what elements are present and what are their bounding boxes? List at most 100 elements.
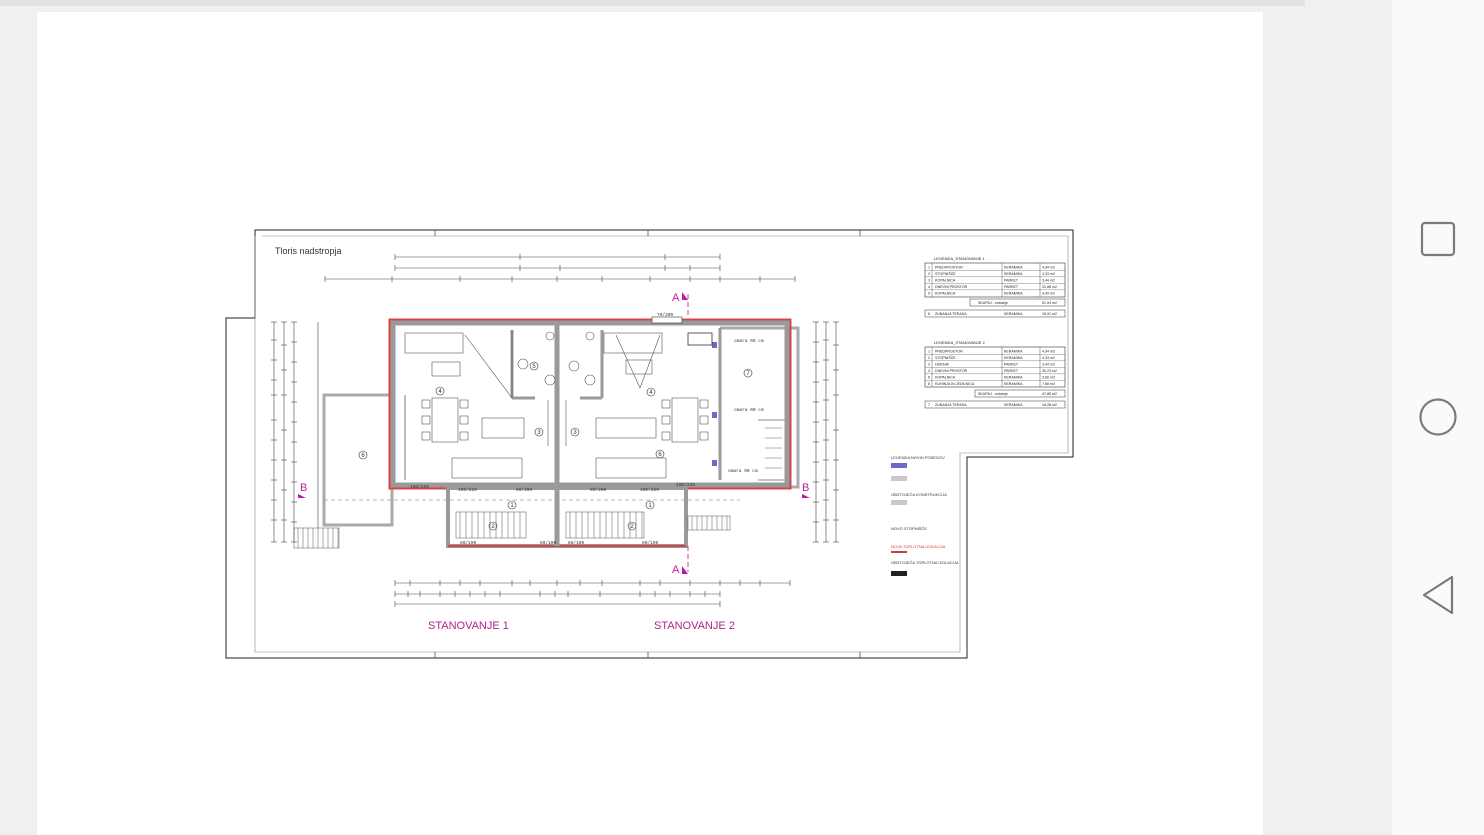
- svg-text:4,49 m2: 4,49 m2: [1042, 292, 1055, 296]
- sheet-title: Tloris nadstropja: [275, 246, 342, 256]
- home-button[interactable]: [1413, 392, 1463, 442]
- svg-text:3,44 m2: 3,44 m2: [1042, 279, 1055, 283]
- legend-row: 6 KUHINJA IN JEDILNICA KERAMIKA 7,68 m2: [928, 382, 1055, 386]
- legend-row: 4 DNEVNI PROSTOR PARKET 30,23 m2: [928, 369, 1057, 373]
- bottom-dimensions: [394, 580, 791, 607]
- svg-text:ZUNANJA TERASA: ZUNANJA TERASA: [935, 403, 967, 407]
- svg-text:6: 6: [361, 453, 365, 459]
- svg-text:STOPNIŠČE: STOPNIŠČE: [935, 271, 956, 276]
- svg-text:100/220: 100/220: [640, 487, 659, 493]
- legend-walls: LEGENDA NOVIH POSEGOV OBSTOJEČA KONSTRUK…: [891, 455, 959, 576]
- svg-text:PREDPROSTOR: PREDPROSTOR: [935, 266, 963, 270]
- svg-text:2: 2: [928, 272, 930, 276]
- svg-text:HODNIK: HODNIK: [935, 363, 950, 367]
- circle-icon: [1419, 398, 1457, 436]
- section-b-left: B: [300, 482, 307, 494]
- section-markers: [298, 292, 810, 574]
- svg-text:STOPNIŠČE: STOPNIŠČE: [935, 355, 956, 360]
- svg-text:SKUPAJ - notranje: SKUPAJ - notranje: [978, 301, 1008, 305]
- svg-text:OBSTOJEČA TOPLOTNA IZOLACIJA: OBSTOJEČA TOPLOTNA IZOLACIJA: [891, 560, 959, 565]
- svg-text:3,44 m2: 3,44 m2: [1042, 363, 1055, 367]
- svg-text:6: 6: [928, 382, 930, 386]
- top-dimensions: [324, 254, 796, 282]
- svg-text:KERAMIKA: KERAMIKA: [1004, 376, 1023, 380]
- svg-text:2: 2: [630, 524, 634, 530]
- legend-row: 4 DNEVNI PROSTOR PARKET 31,88 m2: [928, 285, 1057, 289]
- svg-text:PARKET: PARKET: [1004, 279, 1019, 283]
- svg-text:DNEVNI PROSTOR: DNEVNI PROSTOR: [935, 369, 968, 373]
- svg-text:4,33 m2: 4,33 m2: [1042, 356, 1055, 360]
- triangle-back-icon: [1422, 575, 1454, 615]
- legend-row: 3 HODNIK PARKET 3,44 m2: [928, 363, 1055, 367]
- square-icon: [1420, 221, 1456, 257]
- svg-text:1: 1: [928, 266, 930, 270]
- svg-text:PARKET: PARKET: [1004, 363, 1019, 367]
- legend-row: 1 PREDPROSTOR KERAMIKA 4,94 m2: [928, 350, 1055, 354]
- svg-text:4: 4: [928, 285, 930, 289]
- svg-text:4: 4: [438, 389, 442, 395]
- svg-text:7: 7: [746, 371, 750, 377]
- svg-text:KUHINJA IN JEDILNICA: KUHINJA IN JEDILNICA: [935, 382, 975, 386]
- svg-text:4: 4: [649, 390, 653, 396]
- svg-text:6: 6: [658, 452, 662, 458]
- svg-text:2: 2: [928, 356, 930, 360]
- svg-text:PREDPROSTOR: PREDPROSTOR: [935, 350, 963, 354]
- svg-text:30,23 m2: 30,23 m2: [1042, 369, 1057, 373]
- recent-apps-button[interactable]: [1413, 214, 1463, 264]
- svg-text:80/100: 80/100: [540, 540, 557, 546]
- svg-text:2: 2: [491, 524, 495, 530]
- svg-text:160/220: 160/220: [676, 482, 695, 488]
- svg-text:PARKET: PARKET: [1004, 285, 1019, 289]
- svg-text:3: 3: [573, 430, 577, 436]
- legend-row: 5 KOPALNICA KERAMIKA 4,49 m2: [928, 292, 1055, 296]
- svg-text:KOPALNICA: KOPALNICA: [935, 292, 956, 296]
- svg-text:3: 3: [928, 279, 930, 283]
- svg-text:3: 3: [928, 363, 930, 367]
- svg-text:KERAMIKA: KERAMIKA: [1004, 350, 1023, 354]
- svg-text:80/200: 80/200: [516, 487, 533, 493]
- svg-text:7: 7: [928, 403, 930, 407]
- svg-text:SKUPAJ - notranje: SKUPAJ - notranje: [978, 392, 1008, 396]
- svg-text:PARKET: PARKET: [1004, 369, 1019, 373]
- svg-text:1: 1: [928, 350, 930, 354]
- section-a-bottom: A: [672, 564, 680, 576]
- svg-text:51,04 m2: 51,04 m2: [1042, 301, 1057, 305]
- apartment-2-label: STANOVANJE 2: [654, 620, 735, 632]
- svg-text:80/200: 80/200: [590, 487, 607, 493]
- svg-text:KERAMIKA: KERAMIKA: [1004, 382, 1023, 386]
- svg-text:DNEVNI PROSTOR: DNEVNI PROSTOR: [935, 285, 968, 289]
- back-button[interactable]: [1413, 570, 1463, 620]
- svg-text:KERAMIKA: KERAMIKA: [1004, 312, 1023, 316]
- svg-text:160/220: 160/220: [410, 484, 429, 490]
- svg-text:47,85 m2: 47,85 m2: [1042, 392, 1057, 396]
- svg-text:KERAMIKA: KERAMIKA: [1004, 403, 1023, 407]
- svg-text:KERAMIKA: KERAMIKA: [1004, 272, 1023, 276]
- svg-text:80/190: 80/190: [460, 540, 477, 546]
- svg-text:5: 5: [532, 364, 536, 370]
- svg-text:LEGENDA_STANOVANJE 1: LEGENDA_STANOVANJE 1: [934, 256, 986, 261]
- legend-row: 2 STOPNIŠČE KERAMIKA 4,33 m2: [928, 355, 1055, 360]
- svg-text:70/200: 70/200: [657, 312, 674, 318]
- legend-row: 5 KOPALNICA KERAMIKA 3,60 m2: [928, 376, 1055, 380]
- svg-text:5: 5: [928, 376, 930, 380]
- svg-text:16,91 m2: 16,91 m2: [1042, 312, 1057, 316]
- svg-text:omara 60 cm: omara 60 cm: [734, 338, 764, 344]
- section-b-right: B: [802, 482, 809, 494]
- section-a-top: A: [672, 292, 680, 304]
- opening-labels: 160/220 100/220 80/200 80/190 80/100 80/…: [410, 312, 695, 546]
- stairs: [293, 511, 731, 549]
- floor-plan-drawing: Tloris nadstropja A A B B 4 5 3 3 4 6 7 …: [225, 229, 1074, 659]
- legend-row: 1 PREDPROSTOR KERAMIKA 4,94 m2: [928, 266, 1055, 270]
- svg-text:6: 6: [928, 312, 930, 316]
- svg-text:80/100: 80/100: [568, 540, 585, 546]
- svg-text:80/190: 80/190: [642, 540, 659, 546]
- svg-text:3: 3: [537, 430, 541, 436]
- svg-text:NOVA TOPLOTNA IZOLACIJA: NOVA TOPLOTNA IZOLACIJA: [891, 544, 946, 549]
- legend-apartment-2: LEGENDA_STANOVANJE 2 1 PREDPROSTOR KERAMIK…: [924, 340, 1066, 409]
- svg-text:LEGENDA NOVIH POSEGOV: LEGENDA NOVIH POSEGOV: [891, 455, 945, 460]
- building-walls: [388, 316, 792, 548]
- svg-text:KERAMIKA: KERAMIKA: [1004, 292, 1023, 296]
- svg-text:18,28 m2: 18,28 m2: [1042, 403, 1057, 407]
- svg-text:omara 60 cm: omara 60 cm: [728, 468, 758, 474]
- svg-text:100/220: 100/220: [458, 487, 477, 493]
